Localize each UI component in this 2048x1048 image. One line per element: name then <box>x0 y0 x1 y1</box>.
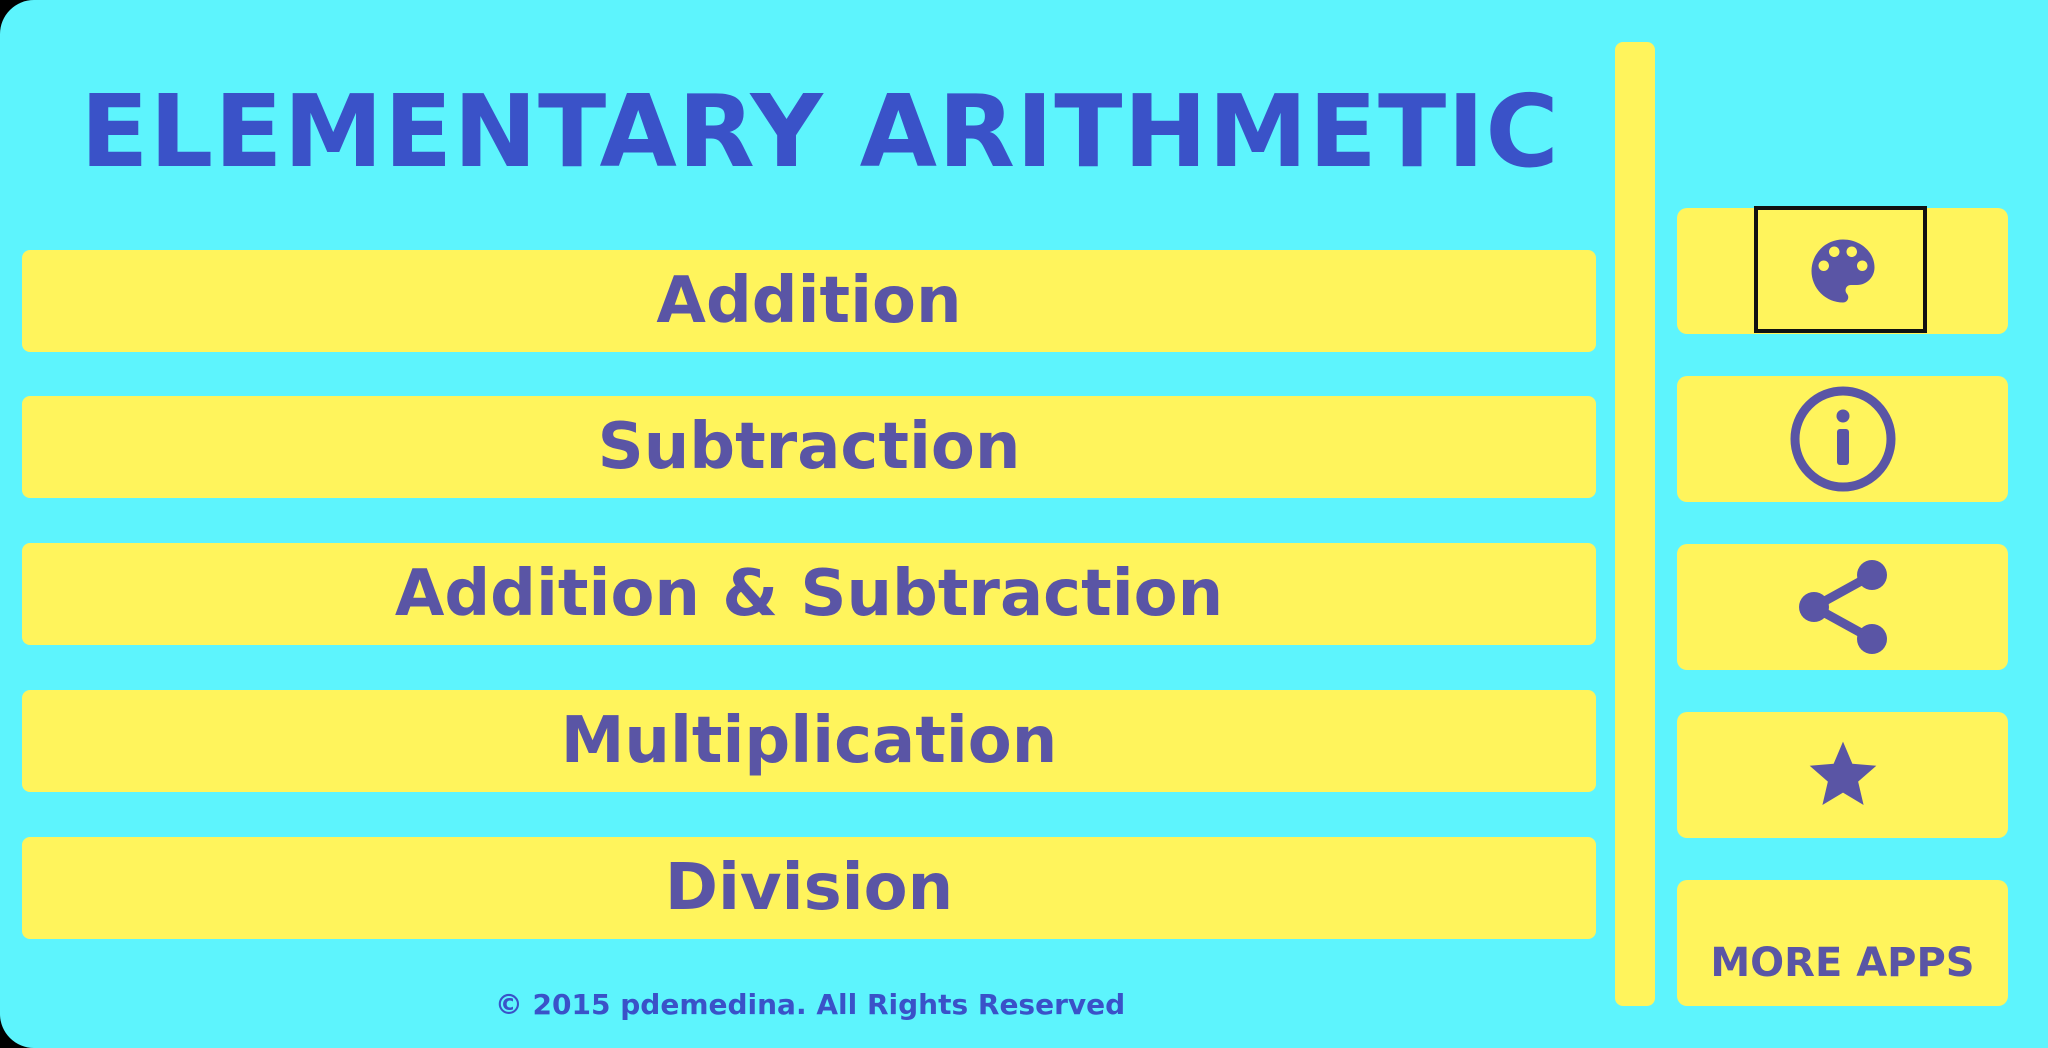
subtraction-button[interactable]: Subtraction <box>22 396 1596 498</box>
addition-button[interactable]: Addition <box>22 250 1596 352</box>
rate-button[interactable] <box>1677 712 2008 838</box>
addition-subtraction-button[interactable]: Addition & Subtraction <box>22 543 1596 645</box>
subtraction-button-label: Subtraction <box>597 410 1021 484</box>
info-button[interactable] <box>1677 376 2008 502</box>
share-button[interactable] <box>1677 544 2008 670</box>
palette-icon <box>1801 229 1885 313</box>
vertical-divider <box>1615 42 1655 1006</box>
multiplication-button-label: Multiplication <box>560 704 1058 778</box>
app-screen: ELEMENTARY ARITHMETIC Addition Subtracti… <box>0 0 2048 1048</box>
division-button-label: Division <box>664 851 954 925</box>
share-icon <box>1788 552 1898 662</box>
division-button[interactable]: Division <box>22 837 1596 939</box>
more-apps-label: MORE APPS <box>1710 940 1975 986</box>
page-title: ELEMENTARY ARITHMETIC <box>80 73 1560 190</box>
multiplication-button[interactable]: Multiplication <box>22 690 1596 792</box>
addition-subtraction-button-label: Addition & Subtraction <box>394 557 1224 631</box>
star-icon <box>1803 735 1883 815</box>
theme-button[interactable] <box>1677 208 2008 334</box>
copyright-footer: © 2015 pdemedina. All Rights Reserved <box>494 988 1126 1021</box>
more-apps-button[interactable]: MORE APPS <box>1677 880 2008 1006</box>
info-icon <box>1788 384 1898 494</box>
addition-button-label: Addition <box>656 264 962 338</box>
